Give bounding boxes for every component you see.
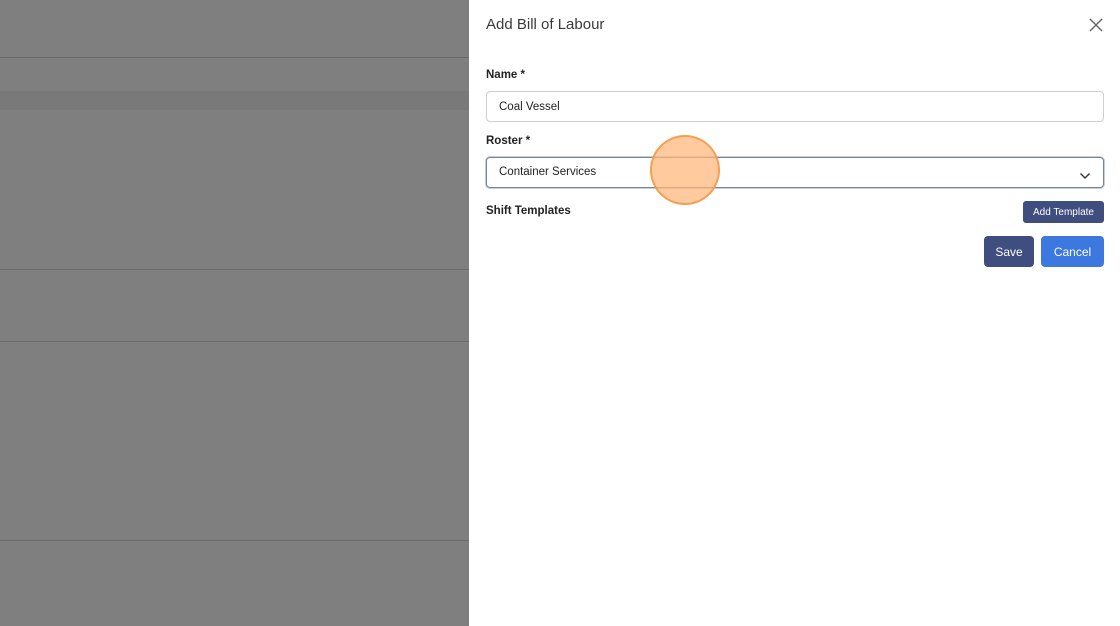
shift-templates-label: Shift Templates <box>486 205 571 217</box>
name-input[interactable] <box>486 91 1104 122</box>
roster-selected-value: Container Services <box>499 166 597 178</box>
cancel-button[interactable]: Cancel <box>1041 236 1104 267</box>
roster-label: Roster * <box>486 135 531 147</box>
save-button[interactable]: Save <box>984 236 1034 267</box>
drawer-title: Add Bill of Labour <box>486 16 605 33</box>
close-icon[interactable] <box>1089 18 1107 36</box>
roster-select[interactable]: Container Services <box>486 157 1104 188</box>
add-template-button[interactable]: Add Template <box>1023 201 1104 223</box>
add-bill-of-labour-drawer: Add Bill of Labour Name * Roster * Conta… <box>469 0 1120 626</box>
name-label: Name * <box>486 69 525 81</box>
chevron-down-icon <box>1079 168 1091 179</box>
